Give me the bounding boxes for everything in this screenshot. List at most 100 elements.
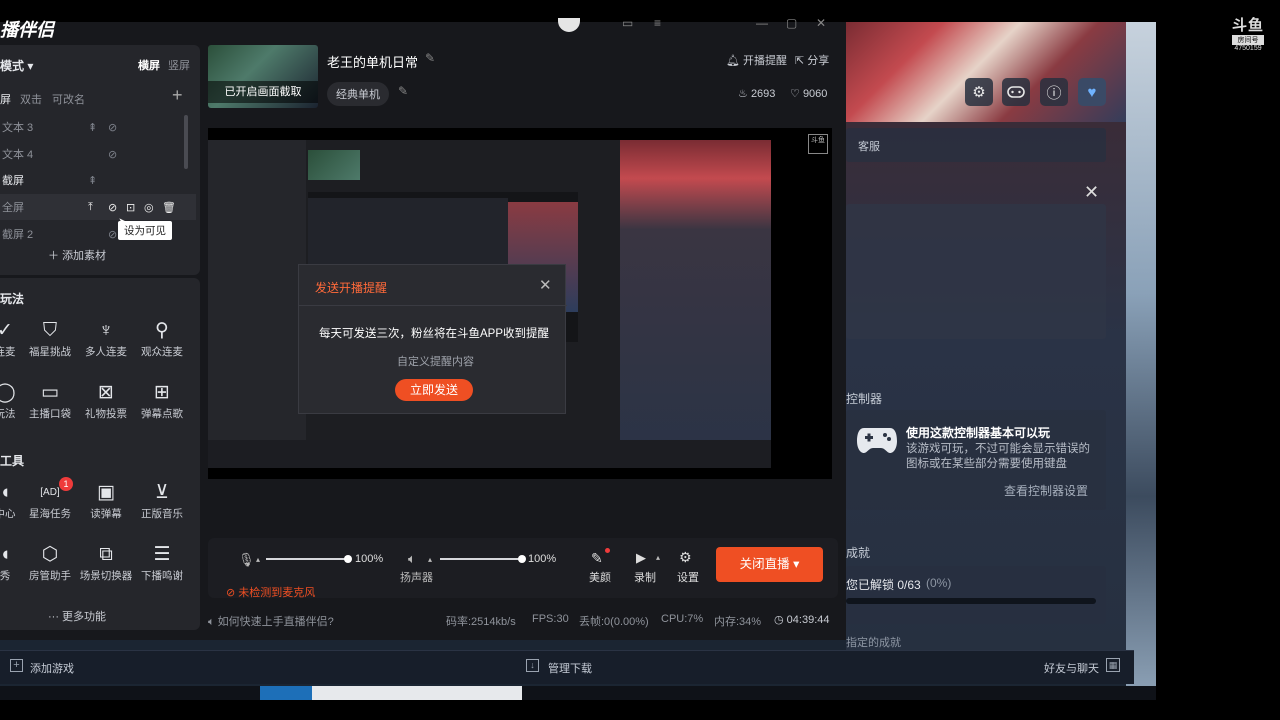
mic-volume-knob[interactable] — [344, 555, 352, 563]
add-game-button[interactable]: 添加游戏 — [30, 660, 74, 676]
mic-icon[interactable]: 🎙︎ — [238, 552, 255, 568]
list-icon: ☰ — [153, 544, 171, 565]
speaker-volume-knob[interactable] — [518, 555, 526, 563]
support-label: 客服 — [858, 141, 880, 153]
hidden-eye-icon[interactable]: ⊘ — [108, 148, 117, 161]
delete-icon[interactable]: 🗑 — [162, 201, 176, 214]
live-time-value: 04:39:44 — [786, 614, 830, 626]
minimize-icon[interactable]: — — [756, 16, 768, 30]
send-now-button[interactable]: 立即发送 — [395, 379, 473, 401]
tool-label: 观众连麦 — [141, 346, 183, 358]
controller-title: 使用这款控制器基本可以玩 — [906, 426, 1051, 440]
edit-category-icon[interactable]: ✎ — [398, 84, 408, 98]
gamepad-icon — [856, 424, 898, 457]
reminder-button[interactable]: 🔔︎ 开播提醒 — [726, 52, 787, 68]
add-scene-icon[interactable]: + — [172, 85, 183, 106]
source-row-fullscreen[interactable]: 全屏 ⤒ ⊘ ⊡ ◎ 🗑 — [0, 194, 196, 220]
category-tag[interactable]: 经典单机 — [327, 82, 389, 106]
close-live-label: 关闭直播 — [739, 557, 790, 571]
achievements-percent: (0%) — [926, 576, 952, 590]
hidden-eye-icon[interactable]: ⊘ — [108, 121, 117, 134]
info-icon[interactable]: ⓘ — [1040, 78, 1068, 106]
lock-icon[interactable]: ⊡ — [126, 201, 135, 214]
controller-icon[interactable] — [1002, 78, 1030, 106]
favorite-heart-icon[interactable]: ♥ — [1078, 78, 1106, 106]
mic-caret-icon[interactable]: ▴ — [256, 555, 260, 564]
avatar[interactable] — [558, 18, 580, 32]
message-icon[interactable]: ▭ — [622, 16, 633, 30]
reminder-dialog: 发送开播提醒 ✕ 每天可发送三次，粉丝将在斗鱼APP收到提醒 自定义提醒内容 立… — [298, 264, 567, 414]
caret-down-icon: ▾ — [793, 557, 800, 571]
unlock-icon[interactable]: ⇞ — [88, 121, 97, 134]
mode-selector[interactable]: 模式 ▾ — [0, 57, 33, 74]
more-label: 更多功能 — [62, 611, 107, 623]
share-button[interactable]: ⇱ 分享 — [795, 52, 829, 68]
record-caret-icon[interactable]: ▴ — [656, 553, 660, 562]
close-icon[interactable]: ✕ — [1084, 182, 1099, 203]
companion-titlebar: 播伴侣 ▭ ≡ — ▢ ✕ — [0, 16, 846, 44]
tool-thanks[interactable]: ☰ 下播鸣谢 — [129, 542, 195, 583]
record-button[interactable]: 录制 — [634, 569, 656, 585]
steam-panel-placeholder — [846, 204, 1106, 339]
dialog-title: 发送开播提醒 — [315, 281, 388, 295]
speaker-caret-icon[interactable]: ▴ — [428, 555, 432, 564]
tool-label: 主播口袋 — [29, 408, 71, 420]
edit-title-icon[interactable]: ✎ — [425, 51, 435, 65]
speaker-icon[interactable]: 🔈︎ — [408, 551, 416, 567]
tools-section-title: 工具 — [0, 454, 25, 468]
warning-icon: ⊘ — [226, 587, 236, 599]
menu-icon[interactable]: ≡ — [654, 16, 661, 30]
beauty-icon[interactable]: ✎ — [591, 550, 603, 567]
speaker-volume-slider[interactable] — [440, 558, 522, 560]
beauty-button[interactable]: 美颜 — [589, 569, 611, 585]
support-row[interactable]: 客服 — [846, 128, 1106, 162]
bell-icon: 🔔︎ — [726, 55, 740, 67]
controller-card: 使用这款控制器基本可以玩 该游戏可玩，不过可能会显示错误的图标或在某些部分需要使… — [846, 410, 1106, 510]
close-live-button[interactable]: 关闭直播 ▾ — [716, 547, 823, 582]
beauty-dot — [605, 548, 610, 553]
cover-label: 已开启画面截取 — [208, 81, 318, 103]
speaker-volume-value: 100% — [528, 553, 557, 565]
achievements-count: 您已解锁 0/63 — [846, 578, 921, 592]
record-icon[interactable]: ▶︎ — [636, 550, 646, 566]
tool-label: 秀 — [0, 570, 11, 582]
hidden-eye-icon[interactable]: ⊘ — [108, 228, 117, 241]
add-material-button[interactable]: ＋ 添加素材 — [48, 247, 106, 263]
tool-music[interactable]: ⊻ 正版音乐 — [129, 480, 195, 521]
tool-song-request[interactable]: ⊞ 弹幕点歌 — [129, 380, 195, 421]
custom-reminder-link[interactable]: 自定义提醒内容 — [397, 353, 474, 369]
source-row-screenshot[interactable]: 截屏 ⇞ — [0, 167, 196, 193]
source-label: 文本 3 — [2, 122, 34, 134]
tool-label: 多人连麦 — [85, 346, 127, 358]
settings-gear-icon[interactable]: ⚙ — [679, 549, 692, 566]
cpu: CPU:7% — [661, 613, 704, 625]
friends-chat-button[interactable]: 好友与聊天 — [1044, 660, 1099, 676]
taskbar-item — [312, 686, 522, 700]
help-link[interactable]: 🔈︎ 如何快速上手直播伴侣? — [208, 613, 334, 629]
douyu-watermark: 斗鱼 房间号 4750159 — [1228, 14, 1268, 52]
tool-audience-lianmai[interactable]: ⚲ 观众连麦 — [129, 318, 195, 359]
orientation-horizontal-tab[interactable]: 横屏 — [138, 57, 160, 73]
settings-icon[interactable]: ◎ — [144, 201, 154, 214]
scene-tab-1[interactable]: 屏 — [0, 91, 11, 107]
cover-thumbnail[interactable]: 已开启画面截取 — [208, 45, 318, 108]
plus-icon: ＋ — [48, 250, 63, 262]
scene-tab-2[interactable]: 双击 — [20, 91, 42, 107]
scene-tab-3[interactable]: 可改名 — [52, 91, 85, 107]
unlock-icon[interactable]: ⇞ — [88, 174, 97, 187]
move-top-icon[interactable]: ⤒ — [88, 201, 93, 214]
more-features-button[interactable]: ··· 更多功能 — [48, 608, 106, 624]
orientation-vertical-tab[interactable]: 竖屏 — [168, 57, 190, 73]
visibility-icon[interactable]: ⊘ — [108, 201, 117, 214]
window-close-icon[interactable]: ✕ — [816, 16, 826, 30]
settings-button[interactable]: 设置 — [677, 569, 699, 585]
maximize-icon[interactable]: ▢ — [786, 16, 797, 30]
manage-downloads-button[interactable]: 管理下载 — [548, 660, 592, 676]
source-row-text3[interactable]: 文本 3 ⇞ ⊘ — [0, 114, 196, 140]
download-circle-icon: ⊻ — [155, 482, 169, 503]
source-row-text4[interactable]: 文本 4 ⊘ — [0, 141, 196, 167]
mic-volume-slider[interactable] — [266, 558, 348, 560]
controller-settings-link[interactable]: 查看控制器设置 — [1004, 482, 1088, 499]
dialog-close-icon[interactable]: ✕ — [539, 276, 552, 294]
gear-icon[interactable]: ⚙ — [965, 78, 993, 106]
